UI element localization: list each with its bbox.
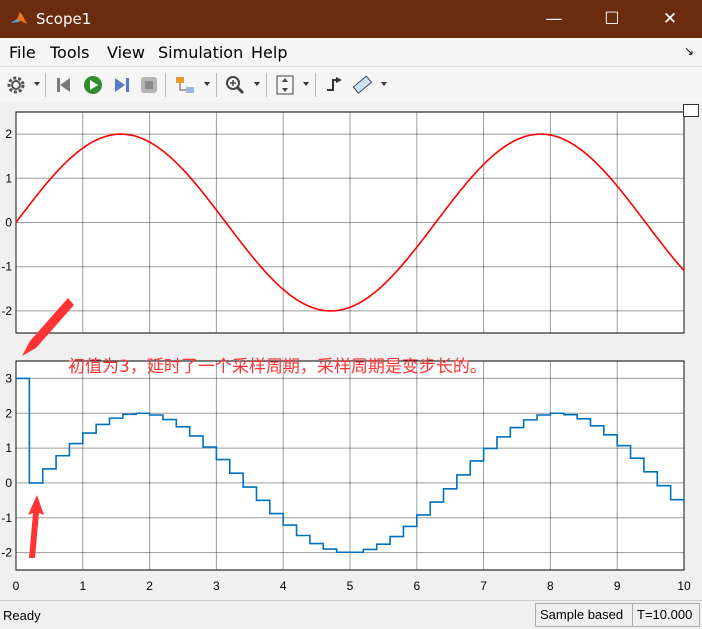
x-tick-label: 9	[614, 579, 621, 593]
status-bar: Ready Sample based T=10.000	[0, 600, 702, 629]
autoscale-icon[interactable]	[274, 74, 296, 96]
step-back-icon[interactable]	[54, 74, 76, 96]
autoscale-dropdown-arrow-icon[interactable]	[303, 82, 309, 86]
y-tick-label: -2	[1, 546, 12, 560]
scope-plot-area: -2 -1 0 1 2 0 1 2 3 4 5 6 7 8 9 10 -2 -1 0 1 2 3 初值为3，延时了一个采样周…	[0, 103, 702, 600]
y-tick-label: 2	[5, 406, 12, 420]
y-tick-label: -1	[1, 511, 12, 525]
x-tick-label: 6	[413, 579, 420, 593]
toolbar-separator	[315, 73, 316, 97]
toolbar	[0, 66, 702, 104]
y-tick-label: -1	[1, 260, 12, 274]
x-tick-label: 2	[146, 579, 153, 593]
menu-tools[interactable]: Tools	[50, 43, 89, 62]
measurements-dropdown-arrow-icon[interactable]	[381, 82, 387, 86]
y-tick-label: 1	[5, 441, 12, 455]
scope-axes[interactable]: -2 -1 0 1 2 0 1 2 3 4 5 6 7 8 9 10 -2 -1 0 1 2 3 初值为3，延时了一个采样周…	[0, 103, 702, 600]
y-tick-label: 2	[5, 127, 12, 141]
simulation-time-indicator: T=10.000	[632, 603, 700, 627]
x-tick-label: 7	[480, 579, 487, 593]
minimize-button[interactable]: —	[526, 0, 582, 38]
x-tick-label: 1	[79, 579, 86, 593]
status-text: Ready	[3, 608, 41, 623]
dock-arrow-icon[interactable]: ↘	[684, 44, 694, 58]
zoom-dropdown-arrow-icon[interactable]	[254, 82, 260, 86]
sample-mode-indicator: Sample based	[535, 603, 633, 627]
y-tick-label: 1	[5, 171, 12, 185]
x-tick-label: 8	[547, 579, 554, 593]
x-tick-label: 3	[213, 579, 220, 593]
step-forward-icon[interactable]	[110, 74, 132, 96]
undock-icon[interactable]	[683, 104, 699, 117]
gear-dropdown-arrow-icon[interactable]	[34, 82, 40, 86]
x-tick-label: 4	[280, 579, 287, 593]
annotation-text: 初值为3，延时了一个采样周期，采样周期是变步长的。	[68, 357, 487, 377]
x-tick-label: 5	[347, 579, 354, 593]
y-tick-label: -2	[1, 304, 12, 318]
stop-icon[interactable]	[138, 74, 160, 96]
matlab-icon	[11, 12, 27, 24]
zoom-icon[interactable]	[224, 74, 246, 96]
close-button[interactable]: ✕	[642, 0, 698, 38]
toolbar-separator	[216, 73, 217, 97]
toolbar-separator	[165, 73, 166, 97]
menu-simulation[interactable]: Simulation	[158, 43, 243, 62]
y-tick-label: 0	[5, 216, 12, 230]
menu-view[interactable]: View	[107, 43, 145, 62]
toolbar-separator	[266, 73, 267, 97]
gear-icon[interactable]	[5, 74, 27, 96]
measurements-icon[interactable]	[351, 74, 373, 96]
x-tick-label: 0	[13, 579, 20, 593]
window-title: Scope1	[36, 10, 92, 28]
triggers-icon[interactable]	[323, 74, 345, 96]
highlight-simulink-block-icon[interactable]	[174, 74, 196, 96]
toolbar-separator	[45, 73, 46, 97]
run-icon[interactable]	[82, 74, 104, 96]
highlight-dropdown-arrow-icon[interactable]	[204, 82, 210, 86]
title-bar: Scope1 — ☐ ✕	[0, 0, 702, 38]
menu-file[interactable]: File	[9, 43, 36, 62]
maximize-button[interactable]: ☐	[584, 0, 640, 38]
x-tick-label: 10	[677, 579, 691, 593]
menu-bar: File Tools View Simulation Help	[0, 38, 702, 66]
y-tick-label: 3	[5, 371, 12, 385]
y-tick-label: 0	[5, 476, 12, 490]
menu-help[interactable]: Help	[251, 43, 287, 62]
